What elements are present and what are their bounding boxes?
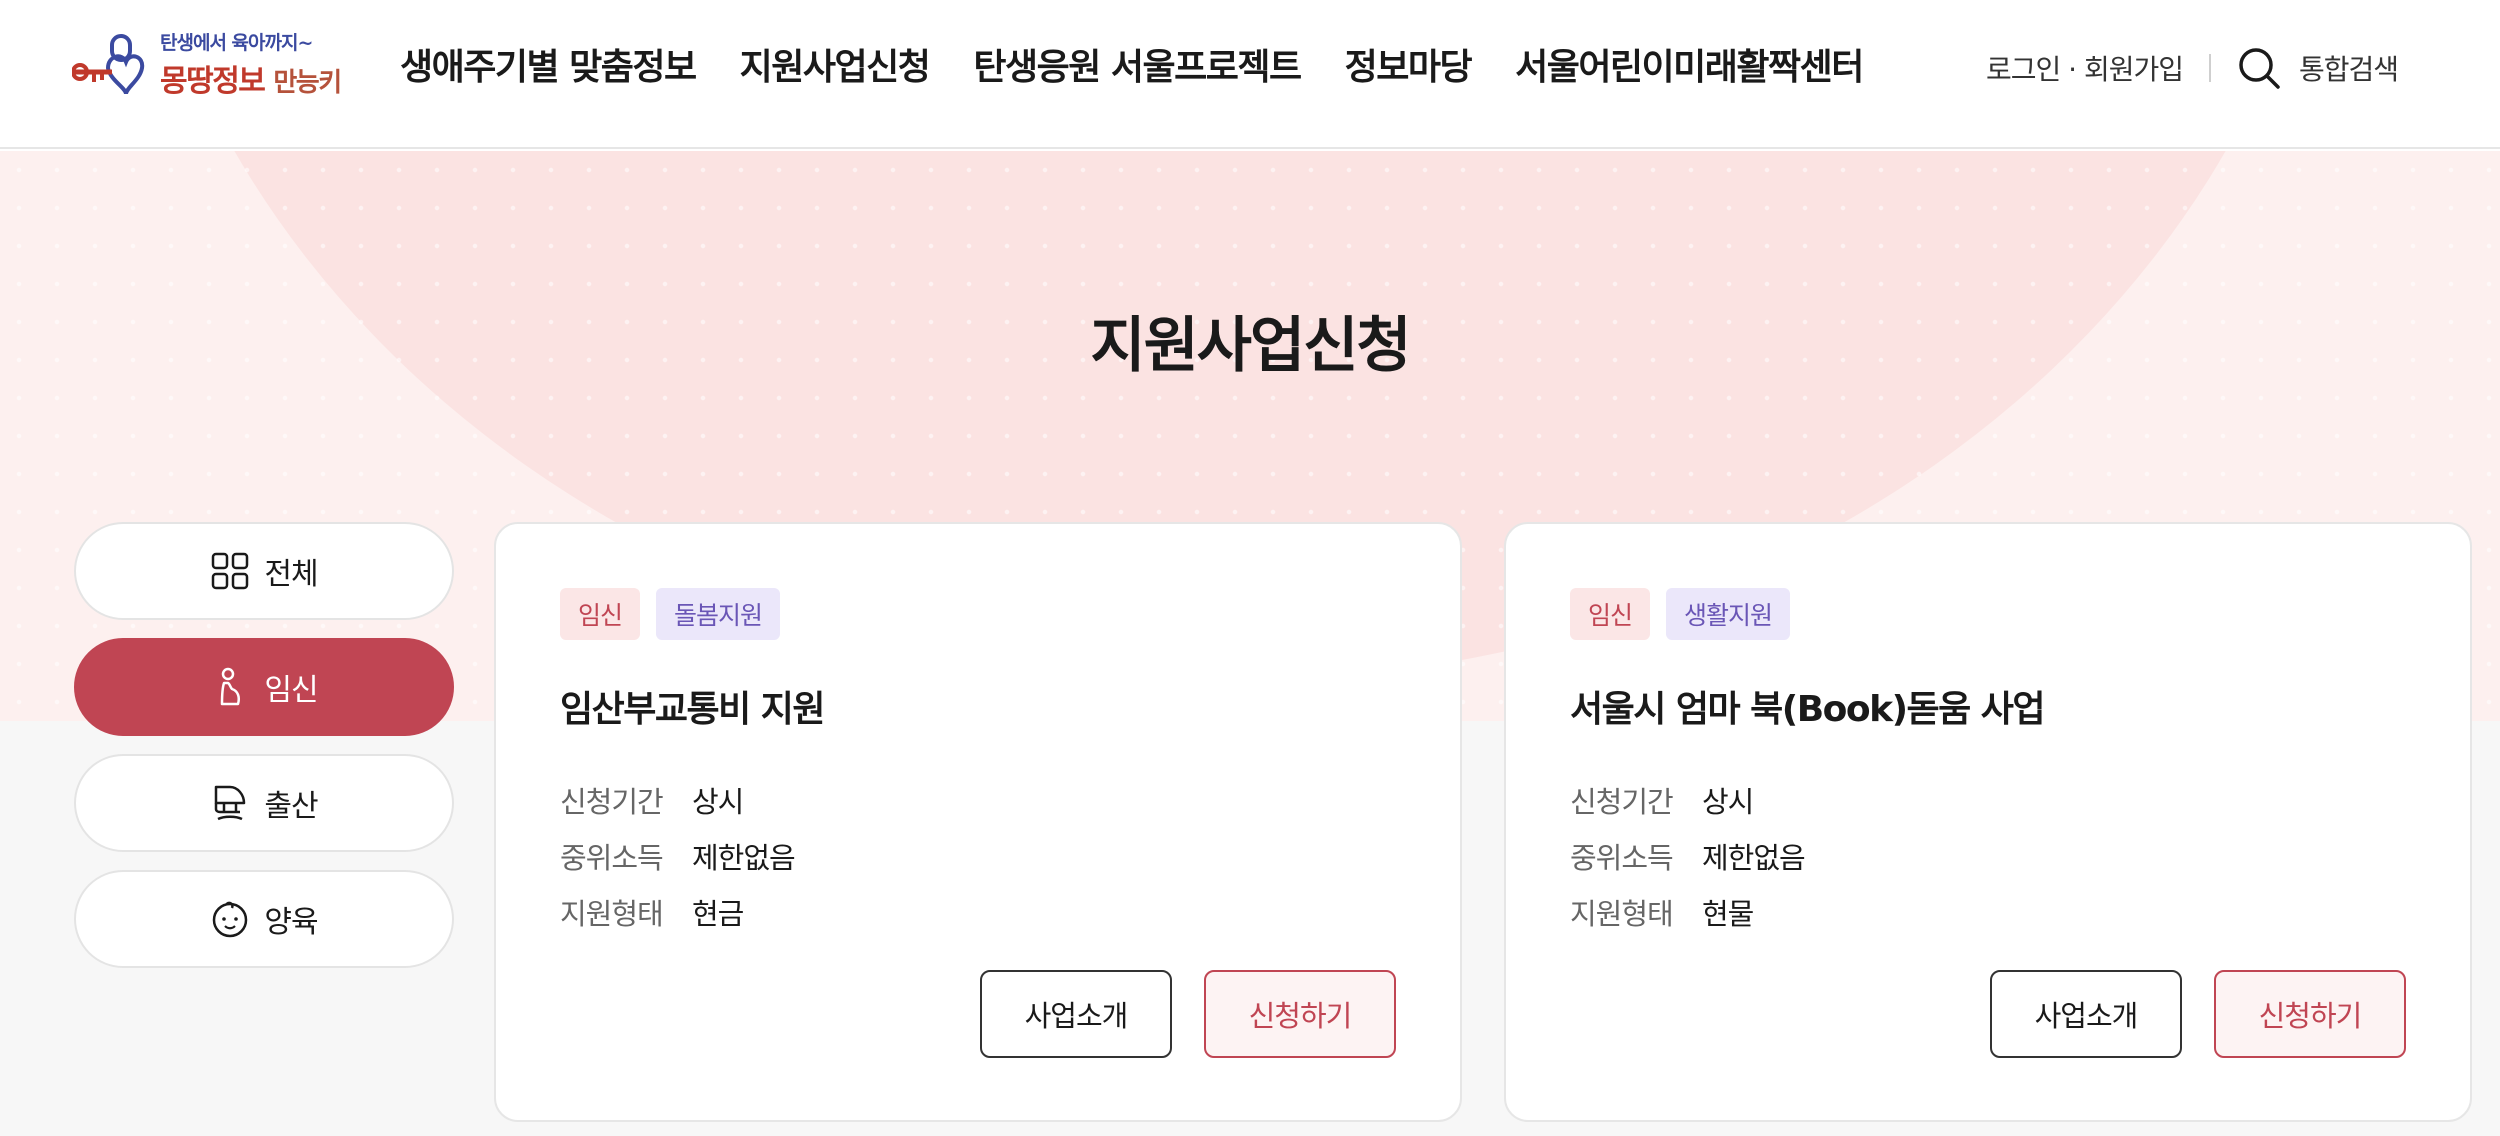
info-key: 중위소득 [560, 841, 664, 875]
card-info: 신청기간 상시 중위소득 제한없음 지원형태 현금 [560, 772, 796, 940]
card-tags: 임신 생활지원 [1570, 588, 1791, 640]
category-pregnancy-button[interactable]: 임신 [74, 638, 454, 736]
nav-info-plaza[interactable]: 정보마당 [1345, 38, 1473, 90]
info-value: 현금 [692, 897, 744, 931]
tag-stage: 임신 [1570, 588, 1651, 640]
info-value: 상시 [1702, 785, 1754, 819]
category-all-button[interactable]: 전체 [74, 522, 454, 620]
category-label: 양육 [264, 905, 318, 940]
search-label: 통합검색 [2299, 53, 2399, 86]
program-intro-button[interactable]: 사업소개 [1990, 970, 2182, 1058]
info-value: 상시 [692, 785, 744, 819]
info-row: 중위소득 제한없음 [560, 828, 796, 884]
site-logo[interactable]: 탄생에서 육아까지~ 몽땅정보 만능키 [72, 26, 362, 108]
divider [2209, 54, 2212, 82]
card-info: 신청기간 상시 중위소득 제한없음 지원형태 현물 [1570, 772, 1806, 940]
info-row: 신청기간 상시 [560, 772, 795, 828]
info-value: 제한없음 [1702, 841, 1806, 875]
category-label: 출산 [264, 789, 318, 824]
card-actions: 사업소개 신청하기 [980, 970, 1396, 1058]
stroller-icon [215, 785, 246, 821]
header-utility: 로그인 · 회원가입 통합검색 [1986, 46, 2399, 90]
info-row: 신청기간 상시 [1570, 772, 1805, 828]
login-signup-link[interactable]: 로그인 · 회원가입 [1986, 48, 2184, 88]
category-label: 임신 [264, 673, 318, 708]
apply-button[interactable]: 신청하기 [2214, 970, 2406, 1058]
info-value: 제한없음 [692, 841, 796, 875]
main-nav: 생애주기별 맞춤정보 지원사업신청 탄생응원 서울프로젝트 정보마당 서울어린이… [400, 38, 1864, 90]
category-label: 전체 [264, 557, 318, 592]
baby-face-icon [213, 901, 248, 938]
program-intro-button[interactable]: 사업소개 [980, 970, 1172, 1058]
page-title: 지원사업신청 [1090, 311, 1411, 381]
nav-lifecycle-info[interactable]: 생애주기별 맞춤정보 [400, 38, 697, 90]
info-key: 신청기간 [560, 785, 664, 819]
tag-stage: 임신 [560, 588, 641, 640]
card-title: 서울시 엄마 북(Book)돋움 사업 [1570, 689, 2046, 730]
program-card: 임신 생활지원 서울시 엄마 북(Book)돋움 사업 신청기간 상시 중위소득… [1504, 522, 2472, 1122]
search-button[interactable]: 통합검색 [2237, 46, 2399, 90]
nav-support-apply[interactable]: 지원사업신청 [740, 38, 931, 90]
logo-tagline: 탄생에서 육아까지~ [160, 32, 313, 54]
logo-title: 몽땅정보 만능키 [160, 64, 342, 99]
site-header: 탄생에서 육아까지~ 몽땅정보 만능키 생애주기별 맞춤정보 지원사업신청 탄생… [0, 0, 2500, 149]
nav-children-center[interactable]: 서울어린이미래활짝센터 [1515, 38, 1864, 90]
nav-birth-project[interactable]: 탄생응원 서울프로젝트 [973, 38, 1302, 90]
category-birth-button[interactable]: 출산 [74, 754, 454, 852]
category-parenting-button[interactable]: 양육 [74, 870, 454, 968]
info-key: 지원형태 [560, 897, 664, 931]
info-key: 신청기간 [1570, 785, 1674, 819]
search-icon [2239, 48, 2280, 89]
apply-button[interactable]: 신청하기 [1204, 970, 1396, 1058]
card-actions: 사업소개 신청하기 [1990, 970, 2406, 1058]
info-key: 지원형태 [1570, 897, 1674, 931]
info-row: 중위소득 제한없음 [1570, 828, 1806, 884]
grid-icon [212, 552, 249, 590]
program-card: 임신 돌봄지원 임산부교통비 지원 신청기간 상시 중위소득 제한없음 지원형태… [494, 522, 1462, 1122]
tag-type: 생활지원 [1666, 588, 1791, 640]
card-tags: 임신 돌봄지원 [560, 588, 781, 640]
info-row: 지원형태 현물 [1570, 884, 1805, 940]
key-heart-logo-icon [72, 34, 145, 95]
info-value: 현물 [1702, 897, 1754, 931]
pregnant-icon [221, 667, 241, 706]
info-row: 지원형태 현금 [560, 884, 795, 940]
card-title: 임산부교통비 지원 [560, 689, 826, 730]
category-sidebar: 전체 임신 출산 양육 [74, 522, 454, 986]
info-key: 중위소득 [1570, 841, 1674, 875]
tag-type: 돌봄지원 [656, 588, 781, 640]
